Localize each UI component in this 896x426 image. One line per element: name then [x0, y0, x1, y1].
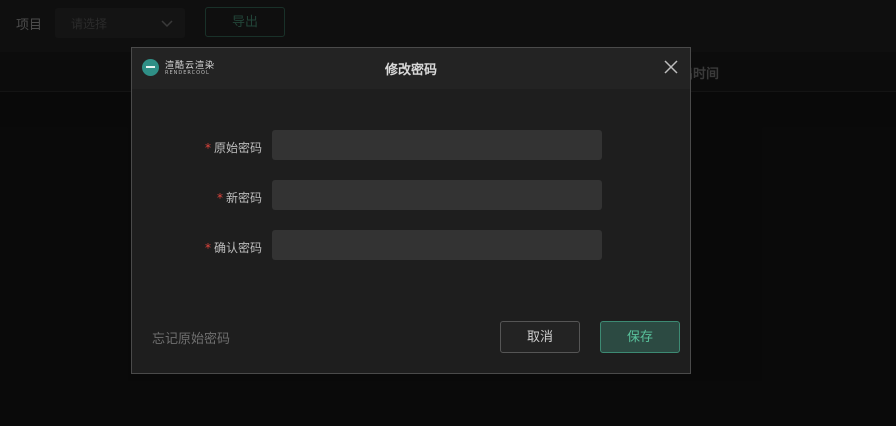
new-password-label: * 新密码 [217, 189, 262, 206]
confirm-password-input[interactable] [272, 230, 602, 260]
confirm-password-label-text: 确认密码 [213, 241, 262, 255]
required-mark: * [216, 191, 223, 205]
new-password-input[interactable] [272, 180, 602, 210]
new-password-label-text: 新密码 [225, 191, 262, 205]
forgot-password-link[interactable]: 忘记原始密码 [152, 328, 230, 347]
form-row-original-password: * 原始密码 [132, 130, 690, 160]
change-password-dialog: 渲酷云渲染 RENDERCOOL 修改密码 * 原始密码 * 新密码 * 确认密码 忘… [131, 47, 691, 374]
dialog-title: 修改密码 [384, 63, 437, 78]
required-mark: * [204, 141, 211, 155]
close-icon[interactable] [664, 60, 678, 74]
confirm-password-label: * 确认密码 [205, 239, 262, 256]
save-button[interactable]: 保存 [600, 321, 680, 353]
cancel-button[interactable]: 取消 [500, 321, 580, 353]
original-password-input[interactable] [272, 130, 602, 160]
dialog-header: 渲酷云渲染 RENDERCOOL 修改密码 [132, 48, 690, 89]
form-row-confirm-password: * 确认密码 [132, 230, 690, 260]
required-mark: * [204, 241, 211, 255]
original-password-label: * 原始密码 [205, 139, 262, 156]
original-password-label-text: 原始密码 [213, 141, 262, 155]
form-row-new-password: * 新密码 [132, 180, 690, 210]
